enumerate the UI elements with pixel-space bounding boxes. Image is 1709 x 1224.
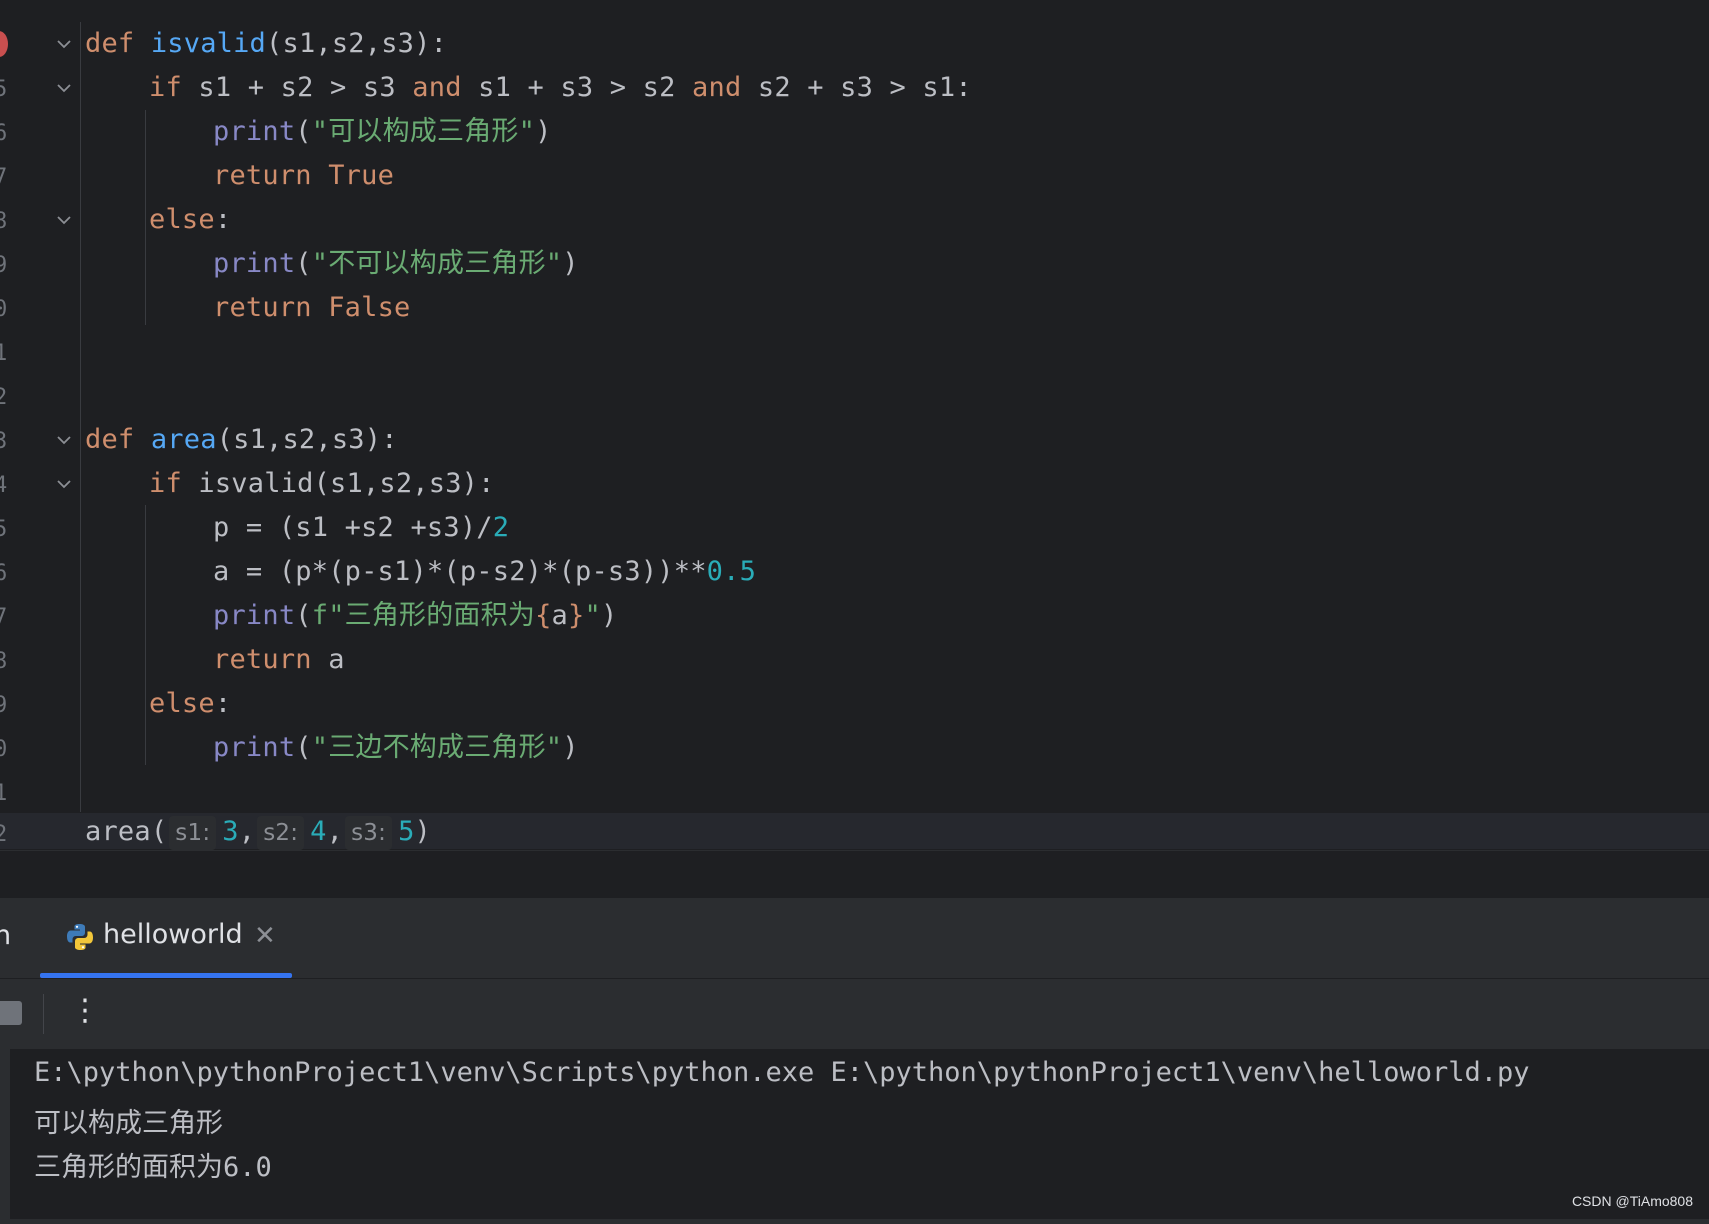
indent-guide xyxy=(145,505,146,765)
code-line[interactable]: return True xyxy=(213,154,394,198)
code-line[interactable]: p = (s1 +s2 +s3)/2 xyxy=(213,506,509,550)
line-number: 5 xyxy=(0,77,8,102)
stop-icon[interactable] xyxy=(0,1001,22,1025)
line-number: 5 xyxy=(0,517,8,542)
line-number: 2 xyxy=(0,385,8,410)
code-line[interactable]: def area(s1,s2,s3): xyxy=(85,418,398,462)
code-line[interactable]: if isvalid(s1,s2,s3): xyxy=(149,462,495,506)
line-number: 0 xyxy=(0,297,8,322)
console-output[interactable]: E:\python\pythonProject1\venv\Scripts\py… xyxy=(0,1049,1709,1219)
fold-chevron-icon[interactable] xyxy=(56,476,72,492)
param-hint: s3: xyxy=(345,816,393,850)
line-number: 1 xyxy=(0,781,8,806)
code-line[interactable]: def isvalid(s1,s2,s3): xyxy=(85,22,447,66)
line-number: 6 xyxy=(0,561,8,586)
code-line[interactable]: print(f"三角形的面积为{a}") xyxy=(213,594,617,638)
code-line-current[interactable]: area(s1: 3, s2: 4, s3: 5) xyxy=(85,814,431,850)
indent-guide xyxy=(80,22,81,812)
python-icon xyxy=(65,922,95,952)
fold-chevron-icon[interactable] xyxy=(56,432,72,448)
line-number: 7 xyxy=(0,165,8,190)
line-number: 7 xyxy=(0,605,8,630)
run-toolbar: ⋮ xyxy=(0,979,1709,1049)
line-number: 3 xyxy=(0,429,8,454)
code-line[interactable]: return a xyxy=(213,638,345,682)
line-number: 8 xyxy=(0,209,8,234)
line-number: 1 xyxy=(0,341,8,366)
code-line[interactable]: else: xyxy=(149,198,231,242)
window-bottom-edge xyxy=(0,1219,1709,1224)
console-left-edge xyxy=(0,1049,10,1219)
code-line[interactable]: print("不可以构成三角形") xyxy=(213,242,579,286)
code-line[interactable]: a = (p*(p-s1)*(p-s2)*(p-s3))**0.5 xyxy=(213,550,756,594)
line-number: 9 xyxy=(0,693,8,718)
run-panel-label: n xyxy=(0,920,12,951)
indent-guide xyxy=(145,110,146,325)
watermark: CSDN @TiAmo808 xyxy=(1571,1193,1693,1209)
console-line: 三角形的面积为6.0 xyxy=(34,1152,272,1183)
code-editor[interactable]: 5 6 7 8 9 0 1 2 3 4 5 6 7 8 9 0 1 2 def … xyxy=(0,0,1709,850)
gutter: 5 6 7 8 9 0 1 2 3 4 5 6 7 8 9 0 1 2 xyxy=(0,0,80,850)
more-options-icon[interactable]: ⋮ xyxy=(70,993,100,1028)
line-number: 0 xyxy=(0,737,8,762)
fold-chevron-icon[interactable] xyxy=(56,212,72,228)
close-icon[interactable]: ✕ xyxy=(254,921,276,951)
code-line[interactable]: else: xyxy=(149,682,231,726)
line-number: 8 xyxy=(0,649,8,674)
line-number: 2 xyxy=(0,822,8,847)
param-hint: s1: xyxy=(169,816,217,850)
panel-divider[interactable] xyxy=(0,850,1709,899)
line-number: 4 xyxy=(0,473,8,498)
console-line: 可以构成三角形 xyxy=(34,1108,223,1139)
param-hint: s2: xyxy=(257,816,305,850)
breakpoint-icon[interactable] xyxy=(0,31,8,57)
fold-chevron-icon[interactable] xyxy=(56,36,72,52)
code-line[interactable]: if s1 + s2 > s3 and s1 + s3 > s2 and s2 … xyxy=(149,66,972,110)
console-line: E:\python\pythonProject1\venv\Scripts\py… xyxy=(34,1057,1530,1088)
line-number: 9 xyxy=(0,253,8,278)
tab-helloworld[interactable]: helloworld ✕ xyxy=(40,898,292,978)
run-tool-window-header: n helloworld ✕ xyxy=(0,898,1709,979)
fold-chevron-icon[interactable] xyxy=(56,80,72,96)
code-line[interactable]: print("可以构成三角形") xyxy=(213,110,552,154)
code-line[interactable]: return False xyxy=(213,286,410,330)
tab-label: helloworld xyxy=(103,919,243,950)
line-number: 6 xyxy=(0,121,8,146)
code-line[interactable]: print("三边不构成三角形") xyxy=(213,726,579,770)
active-tab-indicator xyxy=(40,973,292,978)
toolbar-divider xyxy=(43,994,44,1034)
